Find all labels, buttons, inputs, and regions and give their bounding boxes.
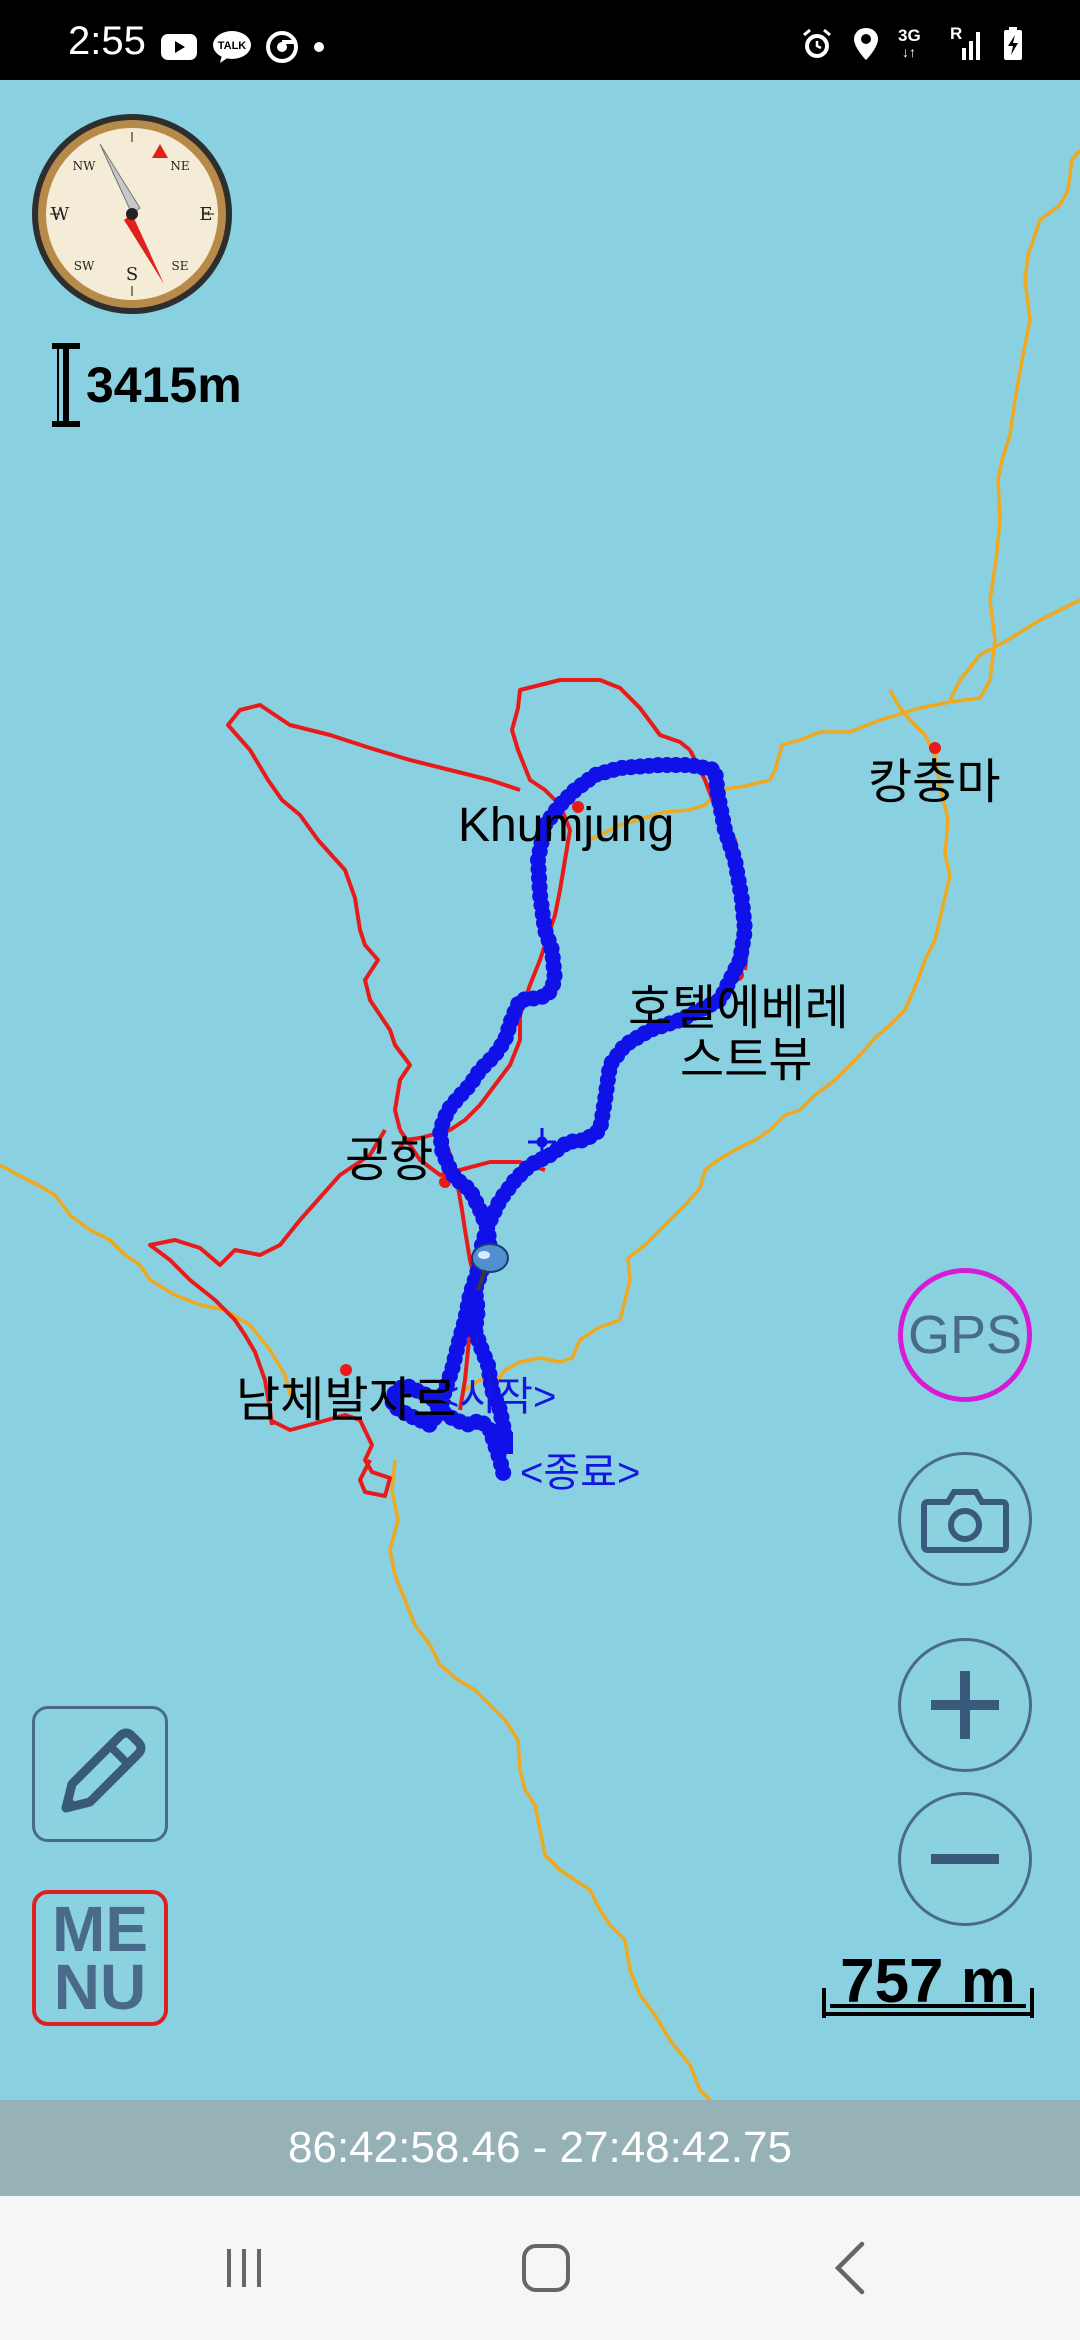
- status-time: 2:55: [68, 19, 146, 63]
- menu-label-line1: ME: [52, 1893, 148, 1965]
- label-end: <종료>: [520, 1451, 641, 1495]
- plus-icon: [931, 1671, 999, 1739]
- label-start: <시작>: [436, 1375, 557, 1419]
- status-right-icons: 3G ↓↑ R: [800, 24, 1024, 62]
- signal-icon: R: [950, 24, 984, 62]
- dot-icon: [314, 42, 324, 52]
- chrome-icon: [266, 31, 298, 63]
- altitude-icon: [52, 343, 80, 427]
- network-label: 3G: [898, 26, 921, 45]
- svg-text:SE: SE: [172, 259, 189, 273]
- svg-text:E: E: [199, 204, 212, 225]
- talk-icon: TALK: [213, 31, 251, 63]
- svg-text:NW: NW: [73, 159, 97, 173]
- road-south: [388, 1459, 712, 2100]
- menu-button[interactable]: ME NU: [32, 1890, 168, 2026]
- battery-charging-icon: [1004, 27, 1022, 60]
- 3g-icon: 3G ↓↑: [898, 26, 921, 60]
- nav-bar: [0, 2196, 1080, 2340]
- back-button[interactable]: [810, 2232, 890, 2304]
- altitude-value: 3415m: [86, 357, 242, 413]
- scale-bar: 757 m: [820, 1946, 1036, 2026]
- home-button[interactable]: [506, 2232, 586, 2304]
- recent-apps-button[interactable]: [204, 2232, 284, 2304]
- home-icon: [522, 2244, 570, 2292]
- pencil-icon: [61, 1728, 146, 1813]
- compass-icon[interactable]: S E W NE NW SE SW: [30, 112, 234, 316]
- svg-text:NE: NE: [170, 159, 189, 173]
- label-hotel-line2: 스트뷰: [680, 1034, 813, 1087]
- recent-apps-icon: [227, 2249, 261, 2287]
- svg-text:SW: SW: [74, 259, 95, 273]
- svg-text:W: W: [51, 204, 70, 225]
- altitude-display: 3415m: [48, 340, 242, 430]
- label-namche: 남체발자르: [236, 1374, 457, 1427]
- youtube-icon: [161, 34, 197, 60]
- svg-text:S: S: [126, 264, 138, 285]
- label-kangchungma: 캉충마: [868, 756, 1001, 809]
- minus-icon: [931, 1854, 999, 1864]
- svg-text:TALK: TALK: [218, 40, 247, 52]
- edit-button[interactable]: [32, 1706, 168, 1842]
- zoom-out-button[interactable]: [898, 1792, 1032, 1926]
- label-airport: 공항: [345, 1134, 434, 1187]
- scale-ruler: [822, 1988, 1034, 2018]
- label-khumjung: Khumjung: [458, 799, 675, 852]
- alarm-icon: [803, 28, 831, 58]
- location-icon: [854, 28, 878, 60]
- zoom-in-button[interactable]: [898, 1638, 1032, 1772]
- road-east: [948, 598, 1080, 701]
- coordinates-bar: 86:42:58.46 - 27:48:42.75: [0, 2100, 1080, 2196]
- camera-button[interactable]: [898, 1452, 1032, 1586]
- gps-label: GPS: [907, 1305, 1023, 1365]
- back-icon: [834, 2241, 865, 2295]
- status-bar: 2:55 TALK 3G ↓↑ R: [0, 0, 1080, 80]
- status-left-icons: TALK: [160, 30, 326, 64]
- gps-button[interactable]: GPS: [898, 1268, 1032, 1402]
- end-marker: [497, 1432, 513, 1454]
- camera-icon: [921, 1489, 1009, 1553]
- menu-label-line2: NU: [53, 1951, 147, 2023]
